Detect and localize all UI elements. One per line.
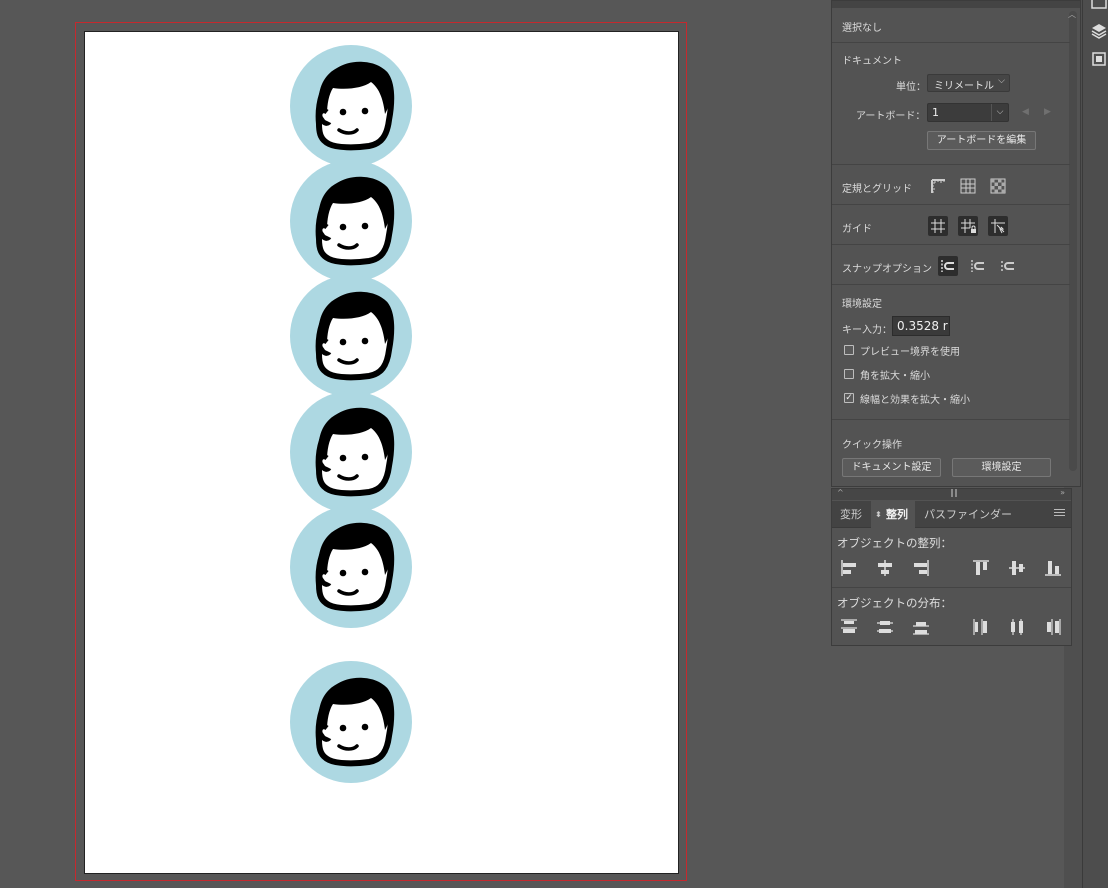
selection-status: 選択なし — [842, 23, 882, 34]
properties-dock-icon[interactable] — [1090, 0, 1108, 14]
tab-align-label: 整列 — [886, 508, 908, 521]
rulers-grids-label: 定規とグリッド — [842, 184, 912, 195]
align-panel: ^ ‖‖ » 変形 ⬍ 整列 パスファインダー オブジェクトの整列： オブジェク… — [831, 488, 1072, 646]
quick-actions-heading: クイック操作 — [842, 440, 902, 451]
face-illustration[interactable] — [289, 44, 413, 168]
distribute-vertical-center-icon[interactable] — [874, 616, 896, 638]
guides-section: ガイド — [832, 205, 1070, 245]
panel-header-bar[interactable]: ^ ‖‖ » — [832, 488, 1071, 500]
key-input-label: キー入力： — [842, 325, 892, 336]
quick-actions-section: クイック操作 ドキュメント設定 環境設定 — [832, 420, 1070, 486]
units-label: 単位： — [896, 82, 926, 93]
tab-transform[interactable]: 変形 — [833, 501, 869, 528]
tab-options-icon: ⬍ — [875, 510, 882, 519]
align-horizontal-center-icon[interactable] — [874, 557, 896, 579]
face-illustration[interactable] — [289, 660, 413, 784]
face-illustration[interactable] — [289, 390, 413, 514]
artboard-label: アートボード： — [856, 111, 926, 122]
align-right-icon[interactable] — [910, 557, 932, 579]
align-left-icon[interactable] — [838, 557, 860, 579]
chevron-down-icon[interactable]: ⌵ — [991, 104, 1008, 121]
checkbox-scale-strokes[interactable]: ✓ — [844, 393, 854, 403]
smart-guides-icon[interactable] — [988, 216, 1008, 236]
properties-panel: ︿ 選択なし ドキュメント 単位： ミリメートル ⌵ アートボード： 1 ⌵ ◀… — [831, 0, 1081, 487]
preferences-button[interactable]: 環境設定 — [952, 458, 1051, 477]
units-dropdown[interactable]: ミリメートル ⌵ — [927, 74, 1010, 92]
snap-to-pixel-icon[interactable] — [968, 256, 988, 276]
preferences-section: 環境設定 キー入力： 0.3528 r プレビュー境界を使用 角を拡大・縮小 ✓… — [832, 285, 1070, 420]
guides-label: ガイド — [842, 224, 872, 235]
chevron-down-icon: ⌵ — [998, 76, 1005, 86]
align-bottom-icon[interactable] — [1042, 557, 1064, 579]
show-guides-icon[interactable] — [928, 216, 948, 236]
document-settings-button[interactable]: ドキュメント設定 — [842, 458, 941, 477]
distribute-right-icon[interactable] — [1042, 616, 1064, 638]
panel-tabs: 変形 ⬍ 整列 パスファインダー — [832, 501, 1071, 528]
divider — [832, 587, 1071, 588]
checkbox-scale-corners[interactable] — [844, 369, 854, 379]
document-heading: ドキュメント — [842, 56, 902, 67]
tab-align[interactable]: ⬍ 整列 — [871, 501, 915, 528]
align-objects-title: オブジェクトの整列： — [837, 536, 952, 550]
edit-artboard-button[interactable]: アートボードを編集 — [927, 131, 1036, 150]
snap-to-glyph-icon[interactable] — [998, 256, 1018, 276]
align-vertical-center-icon[interactable] — [1006, 557, 1028, 579]
checkbox-scale-corners-label: 角を拡大・縮小 — [860, 371, 930, 382]
previous-artboard-icon[interactable]: ◀ — [1022, 107, 1029, 117]
preferences-heading: 環境設定 — [842, 299, 882, 310]
face-illustration[interactable] — [289, 274, 413, 398]
distribute-top-icon[interactable] — [838, 616, 860, 638]
expand-icon[interactable]: » — [1060, 488, 1065, 497]
panel-menu-icon[interactable] — [1054, 509, 1065, 518]
checkbox-preview-bounds[interactable] — [844, 345, 854, 355]
rulers-icon[interactable] — [928, 176, 948, 196]
collapsed-dock — [1082, 0, 1108, 888]
panel-scrollbar[interactable]: ︿ — [1068, 10, 1077, 471]
snap-to-point-icon[interactable] — [938, 256, 958, 276]
panel-tab-strip — [832, 1, 1080, 8]
face-illustration[interactable] — [289, 505, 413, 629]
layers-icon[interactable] — [1090, 22, 1108, 40]
distribute-bottom-icon[interactable] — [910, 616, 932, 638]
distribute-horizontal-center-icon[interactable] — [1006, 616, 1028, 638]
artboard-select[interactable]: 1 ⌵ — [927, 103, 1009, 122]
distribute-left-icon[interactable] — [970, 616, 992, 638]
transparency-grid-icon[interactable] — [988, 176, 1008, 196]
collapse-icon[interactable]: ^ — [837, 488, 844, 497]
checkbox-preview-bounds-label: プレビュー境界を使用 — [860, 347, 960, 358]
artboards-icon[interactable] — [1090, 50, 1108, 68]
keyboard-increment-field[interactable]: 0.3528 r — [892, 316, 950, 336]
next-artboard-icon[interactable]: ▶ — [1044, 107, 1051, 117]
tab-pathfinder[interactable]: パスファインダー — [917, 501, 1019, 528]
snap-section: スナップオプション — [832, 245, 1070, 285]
checkbox-scale-strokes-label: 線幅と効果を拡大・縮小 — [860, 395, 970, 406]
distribute-objects-title: オブジェクトの分布： — [837, 596, 952, 610]
grid-icon[interactable] — [958, 176, 978, 196]
snap-options-label: スナップオプション — [842, 264, 932, 275]
document-section: ドキュメント 単位： ミリメートル ⌵ アートボード： 1 ⌵ ◀ ▶ アートボ… — [832, 43, 1070, 165]
lock-guides-icon[interactable] — [958, 216, 978, 236]
rulers-grids-section: 定規とグリッド — [832, 165, 1070, 205]
units-value: ミリメートル — [934, 81, 994, 92]
artboard-value: 1 — [932, 106, 939, 119]
face-illustration[interactable] — [289, 159, 413, 283]
align-top-icon[interactable] — [970, 557, 992, 579]
drag-handle-icon[interactable]: ‖‖ — [950, 488, 958, 497]
selection-section: 選択なし — [832, 9, 1070, 43]
